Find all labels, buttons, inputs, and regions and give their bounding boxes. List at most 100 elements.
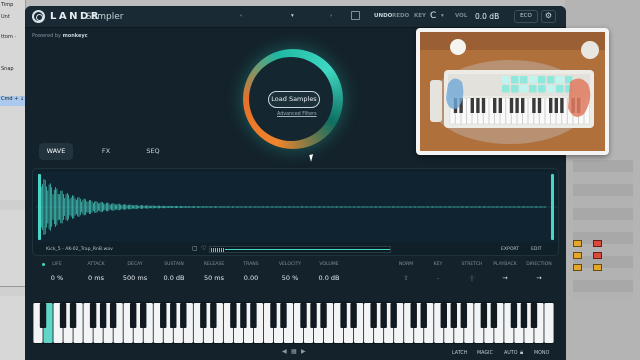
export-button[interactable]: EXPORT xyxy=(501,247,519,252)
tab-seq[interactable]: SEQ xyxy=(135,143,171,160)
controller-pad xyxy=(529,85,537,93)
control-label-life: LIFE xyxy=(52,262,62,267)
black-key xyxy=(380,303,387,328)
key-dropdown-icon[interactable]: ▾ xyxy=(441,13,444,19)
black-key xyxy=(39,303,47,328)
controller-pad xyxy=(502,85,510,93)
waveform-display[interactable] xyxy=(36,172,557,242)
controller-pad xyxy=(511,76,519,84)
clip[interactable] xyxy=(573,264,582,271)
latch-button[interactable]: LATCH xyxy=(452,351,467,356)
edit-button[interactable]: EDIT xyxy=(531,247,542,252)
octave-up-icon[interactable]: ▶ xyxy=(301,348,306,355)
black-key xyxy=(170,303,177,328)
black-key xyxy=(390,303,397,328)
preset-dropdown-icon[interactable]: ▾ xyxy=(291,13,294,19)
black-key xyxy=(129,303,137,328)
black-key xyxy=(440,303,447,328)
black-key xyxy=(370,303,377,328)
decor-figure xyxy=(450,39,466,55)
load-samples-button[interactable]: Load Samples xyxy=(268,91,320,108)
settings-gear-icon[interactable]: ⚙ xyxy=(541,10,556,23)
daw-row: Unt xyxy=(1,14,10,20)
black-key xyxy=(490,303,498,328)
advanced-filters-link[interactable]: Advanced Filters xyxy=(277,112,317,117)
control-label-attack: ATTACK xyxy=(87,262,105,267)
keyboard-layout-icon[interactable]: ▦ xyxy=(291,348,297,355)
tab-wave[interactable]: WAVE xyxy=(39,143,73,160)
key-label: KEY xyxy=(414,13,427,19)
controller-pad xyxy=(538,76,546,84)
control-value-decay[interactable]: 500 ms xyxy=(115,274,155,282)
copy-icon[interactable]: ▢ xyxy=(192,245,198,252)
black-key xyxy=(310,303,317,328)
piano-keys[interactable] xyxy=(33,302,554,344)
bottom-bar: ◀ ▦ ▶ LATCH MAGIC AUTO 🔒︎ MONO xyxy=(25,346,566,360)
clip[interactable] xyxy=(593,252,602,259)
preset-next-icon[interactable]: › xyxy=(330,13,332,19)
redo-button[interactable]: REDO xyxy=(392,13,409,19)
piano-keyboard[interactable] xyxy=(33,302,554,344)
control-label-release: RELEASE xyxy=(203,262,225,267)
octave-down-icon[interactable]: ◀ xyxy=(282,348,287,355)
controller-pad xyxy=(529,76,537,84)
black-key xyxy=(510,303,518,328)
controller-black-key xyxy=(549,98,553,113)
waveform-footer: Kick_5 - AK-02_Trap_RnB.wav ▢ ♡ EXPORT E… xyxy=(33,243,560,256)
mono-button[interactable]: MONO xyxy=(534,351,549,356)
eco-button[interactable]: ECO xyxy=(514,10,538,23)
controller-black-key xyxy=(537,98,542,113)
control-value-sustain[interactable]: 0.0 dB xyxy=(154,274,194,282)
controller-black-key xyxy=(481,98,486,113)
control-value-life[interactable]: 0 % xyxy=(37,274,77,282)
control-value-volume[interactable]: 0.0 dB xyxy=(309,274,349,282)
black-key xyxy=(99,303,107,328)
powered-by-brand: monkeyc xyxy=(62,33,88,39)
controller-pad xyxy=(547,85,555,93)
control-label-volume: VOLUME xyxy=(319,262,339,267)
preset-prev-icon[interactable]: ‹ xyxy=(240,13,242,19)
favorite-heart-icon[interactable]: ♡ xyxy=(201,245,206,252)
volume-value[interactable]: 0.0 dB xyxy=(475,12,499,21)
control-label-trans: TRANS xyxy=(243,262,259,267)
magic-button[interactable]: MAGIC xyxy=(477,351,493,356)
clip[interactable] xyxy=(593,264,602,271)
controller-pad xyxy=(502,76,510,84)
save-icon[interactable] xyxy=(351,11,360,20)
clip[interactable] xyxy=(593,240,602,247)
tab-fx[interactable]: FX xyxy=(91,143,121,160)
clip[interactable] xyxy=(573,240,582,247)
waveform-overview[interactable] xyxy=(209,246,391,253)
black-key xyxy=(250,303,257,328)
start-marker-handle xyxy=(38,174,41,240)
camera-video-feed xyxy=(420,32,605,151)
daw-row xyxy=(0,200,26,210)
auto-button[interactable]: AUTO xyxy=(504,351,518,356)
control-value-trans[interactable]: 0.00 xyxy=(231,274,271,282)
black-key xyxy=(340,303,347,328)
control-label-velocity: VELOCITY xyxy=(278,262,302,267)
control-value-release[interactable]: 50 ms xyxy=(194,274,234,282)
daw-sidebar: Timp Unt ttom · Snap Cmd + ↓ xyxy=(0,0,26,360)
arrangement-grid xyxy=(573,160,633,300)
controller-black-key xyxy=(515,98,519,113)
black-key xyxy=(450,303,458,328)
black-key xyxy=(350,303,357,328)
speaker-left xyxy=(430,80,442,122)
control-value-velocity[interactable]: 50 % xyxy=(270,274,310,282)
key-selector[interactable]: C xyxy=(430,11,436,21)
end-marker-handle xyxy=(551,174,554,240)
black-key xyxy=(140,303,147,328)
lock-icon[interactable]: 🔒︎ xyxy=(520,349,523,357)
undo-button[interactable]: UNDO xyxy=(374,13,392,19)
daw-row-selected[interactable]: Cmd + ↓ xyxy=(0,96,26,106)
controller-black-key xyxy=(493,98,497,113)
controller-pad xyxy=(538,85,546,93)
black-key xyxy=(230,303,237,328)
control-value-attack[interactable]: 0 ms xyxy=(76,274,116,282)
direction-button[interactable]: → xyxy=(519,274,559,282)
clip[interactable] xyxy=(573,252,582,259)
camera-overlay xyxy=(416,28,609,155)
envelope-controls: LIFE 0 % ATTACK 0 ms DECAY 500 ms SUSTAI… xyxy=(32,262,559,292)
black-key xyxy=(109,303,117,328)
